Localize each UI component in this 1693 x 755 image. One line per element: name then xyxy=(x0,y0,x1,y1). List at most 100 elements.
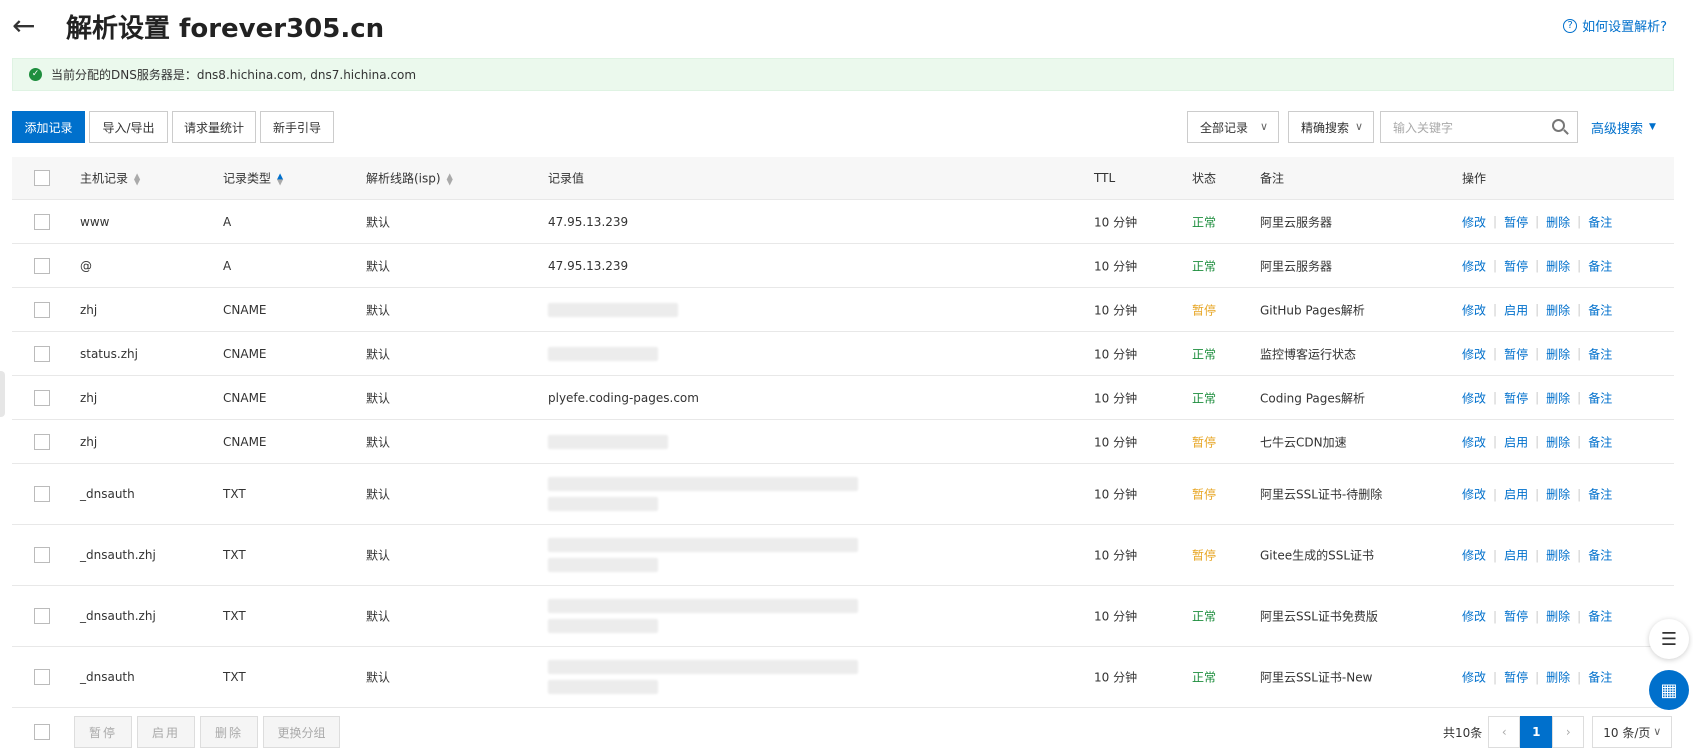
col-line[interactable]: 解析线路(isp) ▲ ▼ xyxy=(366,170,453,187)
record-type: CNAME xyxy=(223,390,267,405)
row-checkbox[interactable] xyxy=(34,257,50,274)
record-type: A xyxy=(223,258,232,273)
note-link[interactable]: 备注 xyxy=(1588,433,1612,450)
note-link[interactable]: 备注 xyxy=(1588,486,1612,503)
toggle-link[interactable]: 暂停 xyxy=(1504,257,1528,274)
delete-link[interactable]: 删除 xyxy=(1546,608,1570,625)
host-record: _dnsauth.zhj xyxy=(80,548,156,562)
edit-link[interactable]: 修改 xyxy=(1462,213,1486,230)
delete-link[interactable]: 删除 xyxy=(1546,301,1570,318)
row-checkbox[interactable] xyxy=(34,486,50,502)
toggle-link[interactable]: 暂停 xyxy=(1504,345,1528,362)
batch-pause-button[interactable]: 暂停 xyxy=(74,716,132,748)
note-link[interactable]: 备注 xyxy=(1588,257,1612,274)
toggle-link[interactable]: 启用 xyxy=(1504,433,1528,450)
table-footer: 暂停 启用 删除 更换分组 共10条 ‹ 1 › 10 条/页 ∨ xyxy=(12,716,1674,748)
row-checkbox[interactable] xyxy=(34,301,50,318)
chat-icon[interactable]: ☰ xyxy=(1649,619,1689,659)
select-all-checkbox[interactable] xyxy=(34,170,50,186)
edit-link[interactable]: 修改 xyxy=(1462,389,1486,406)
record-value-redacted xyxy=(548,477,868,511)
edit-link[interactable]: 修改 xyxy=(1462,433,1486,450)
delete-link[interactable]: 删除 xyxy=(1546,257,1570,274)
apps-grid-icon[interactable]: ▦ xyxy=(1649,670,1689,710)
row-checkbox[interactable] xyxy=(34,433,50,450)
toggle-link[interactable]: 启用 xyxy=(1504,547,1528,564)
add-record-button[interactable]: 添加记录 xyxy=(12,111,85,143)
note-link[interactable]: 备注 xyxy=(1588,389,1612,406)
toggle-link[interactable]: 暂停 xyxy=(1504,608,1528,625)
delete-link[interactable]: 删除 xyxy=(1546,345,1570,362)
side-collapse-tab[interactable] xyxy=(0,371,5,417)
host-record: _dnsauth.zhj xyxy=(80,609,156,623)
chevron-down-icon: ∨ xyxy=(1354,120,1363,133)
table-row: zhj CNAME 默认 plyefe.coding-pages.com 10 分钟 正常… xyxy=(12,376,1674,420)
page-current[interactable]: 1 xyxy=(1520,716,1553,748)
advanced-search-link[interactable]: 高级搜索 ▼ xyxy=(1591,111,1656,143)
import-export-button[interactable]: 导入/导出 xyxy=(89,111,168,143)
edit-link[interactable]: 修改 xyxy=(1462,669,1486,686)
ttl-value: 10 分钟 xyxy=(1094,670,1138,685)
note-link[interactable]: 备注 xyxy=(1588,301,1612,318)
beginner-guide-button[interactable]: 新手引导 xyxy=(260,111,334,143)
record-value-redacted xyxy=(548,538,868,572)
edit-link[interactable]: 修改 xyxy=(1462,486,1486,503)
row-checkbox[interactable] xyxy=(34,669,50,685)
toggle-link[interactable]: 启用 xyxy=(1504,301,1528,318)
note-link[interactable]: 备注 xyxy=(1588,669,1612,686)
record-type: TXT xyxy=(223,609,246,623)
arrow-left-icon[interactable]: ← xyxy=(12,6,52,46)
note-link[interactable]: 备注 xyxy=(1588,345,1612,362)
edit-link[interactable]: 修改 xyxy=(1462,547,1486,564)
row-actions: 修改 | 暂停 | 删除 | 备注 xyxy=(1462,669,1613,686)
ttl-value: 10 分钟 xyxy=(1094,215,1138,229)
row-checkbox[interactable] xyxy=(34,547,50,563)
row-checkbox[interactable] xyxy=(34,213,50,230)
search-mode-select[interactable]: 精确搜索 ∨ xyxy=(1288,111,1374,143)
edit-link[interactable]: 修改 xyxy=(1462,301,1486,318)
chevron-right-icon[interactable]: › xyxy=(1552,716,1585,748)
record-value-redacted xyxy=(548,302,678,317)
note-link[interactable]: 备注 xyxy=(1588,608,1612,625)
toggle-link[interactable]: 暂停 xyxy=(1504,213,1528,230)
record-type: TXT xyxy=(223,548,246,562)
toggle-link[interactable]: 暂停 xyxy=(1504,669,1528,686)
row-actions: 修改 | 启用 | 删除 | 备注 xyxy=(1462,301,1613,318)
edit-link[interactable]: 修改 xyxy=(1462,257,1486,274)
row-checkbox[interactable] xyxy=(34,608,50,624)
col-host[interactable]: 主机记录 ▲ ▼ xyxy=(80,170,140,187)
search-icon[interactable] xyxy=(1552,119,1565,132)
note-link[interactable]: 备注 xyxy=(1588,213,1612,230)
batch-delete-button[interactable]: 删除 xyxy=(200,716,258,748)
col-type[interactable]: 记录类型 ▲ ▼ xyxy=(223,170,283,187)
resolve-line: 默认 xyxy=(366,391,391,405)
remark-text: Coding Pages解析 xyxy=(1260,391,1366,405)
batch-enable-button[interactable]: 启用 xyxy=(137,716,195,748)
record-filter-select[interactable]: 全部记录 ∨ xyxy=(1187,111,1279,143)
row-checkbox[interactable] xyxy=(34,345,50,362)
footer-select-all-checkbox[interactable] xyxy=(34,724,50,740)
toggle-link[interactable]: 暂停 xyxy=(1504,389,1528,406)
delete-link[interactable]: 删除 xyxy=(1546,433,1570,450)
row-checkbox[interactable] xyxy=(34,389,50,406)
query-stats-button[interactable]: 请求量统计 xyxy=(172,111,256,143)
change-group-button[interactable]: 更换分组 xyxy=(263,716,340,748)
chevron-left-icon[interactable]: ‹ xyxy=(1488,716,1521,748)
page-title: 解析设置 forever305.cn xyxy=(66,13,385,44)
page-size-select[interactable]: 10 条/页 ∨ xyxy=(1592,716,1673,748)
edit-link[interactable]: 修改 xyxy=(1462,608,1486,625)
ttl-value: 10 分钟 xyxy=(1094,259,1138,273)
keyword-search-input[interactable]: 输入关键字 xyxy=(1380,111,1578,143)
help-link[interactable]: ? 如何设置解析? xyxy=(1563,16,1667,35)
delete-link[interactable]: 删除 xyxy=(1546,389,1570,406)
host-record: _dnsauth xyxy=(80,487,135,501)
edit-link[interactable]: 修改 xyxy=(1462,345,1486,362)
delete-link[interactable]: 删除 xyxy=(1546,669,1570,686)
status-badge: 正常 xyxy=(1192,609,1217,624)
toggle-link[interactable]: 启用 xyxy=(1504,486,1528,503)
delete-link[interactable]: 删除 xyxy=(1546,547,1570,564)
delete-link[interactable]: 删除 xyxy=(1546,213,1570,230)
delete-link[interactable]: 删除 xyxy=(1546,486,1570,503)
host-record: _dnsauth xyxy=(80,670,135,684)
note-link[interactable]: 备注 xyxy=(1588,547,1612,564)
